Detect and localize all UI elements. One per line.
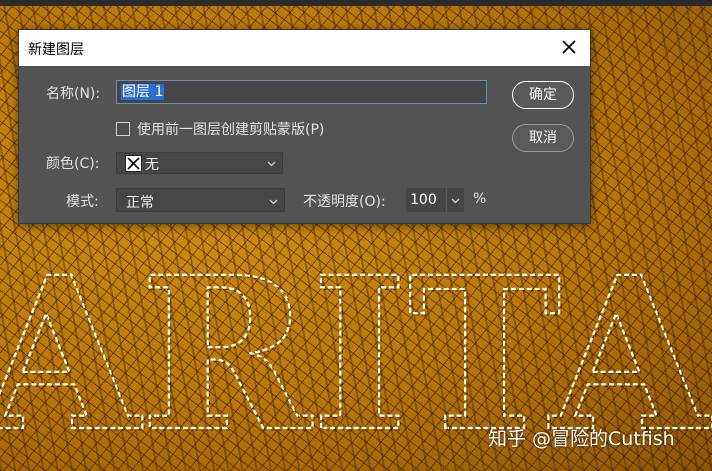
layer-name-value: 图层 1 — [121, 84, 165, 100]
color-label: 颜色(C): — [46, 156, 100, 172]
layer-name-input[interactable]: 图层 1 — [116, 80, 487, 104]
clip-mask-label[interactable]: 使用前一图层创建剪贴蒙版(P) — [137, 119, 324, 139]
opacity-input[interactable]: 100 — [406, 188, 446, 212]
chevron-down-icon — [267, 161, 276, 167]
dialog-title: 新建图层 — [28, 42, 84, 58]
name-label: 名称(N): — [46, 86, 101, 102]
ok-button[interactable]: 确定 — [512, 81, 574, 109]
close-icon[interactable] — [560, 38, 578, 56]
dialog-titlebar[interactable]: 新建图层 — [19, 30, 590, 66]
clip-mask-checkbox[interactable] — [116, 122, 130, 136]
blend-mode-value: 正常 — [126, 195, 154, 211]
app-top-strip — [0, 0, 712, 6]
color-value: 无 — [145, 157, 159, 173]
chevron-down-icon — [269, 199, 278, 205]
new-layer-dialog: 新建图层 名称(N): 图层 1 确定 取消 使用前一图层创建剪贴蒙版(P) 颜… — [18, 29, 591, 224]
chevron-down-icon — [451, 198, 460, 204]
opacity-label: 不透明度(O): — [303, 194, 386, 210]
color-select[interactable]: 无 — [116, 152, 283, 174]
blend-mode-select[interactable]: 正常 — [116, 188, 285, 212]
watermark-text: 知乎 @冒险的Cutfish — [488, 428, 675, 450]
cancel-button[interactable]: 取消 — [512, 124, 574, 152]
no-color-swatch-icon — [125, 155, 142, 172]
mode-label: 模式: — [66, 194, 99, 210]
opacity-unit: % — [473, 191, 487, 207]
opacity-dropdown-button[interactable] — [446, 188, 464, 212]
